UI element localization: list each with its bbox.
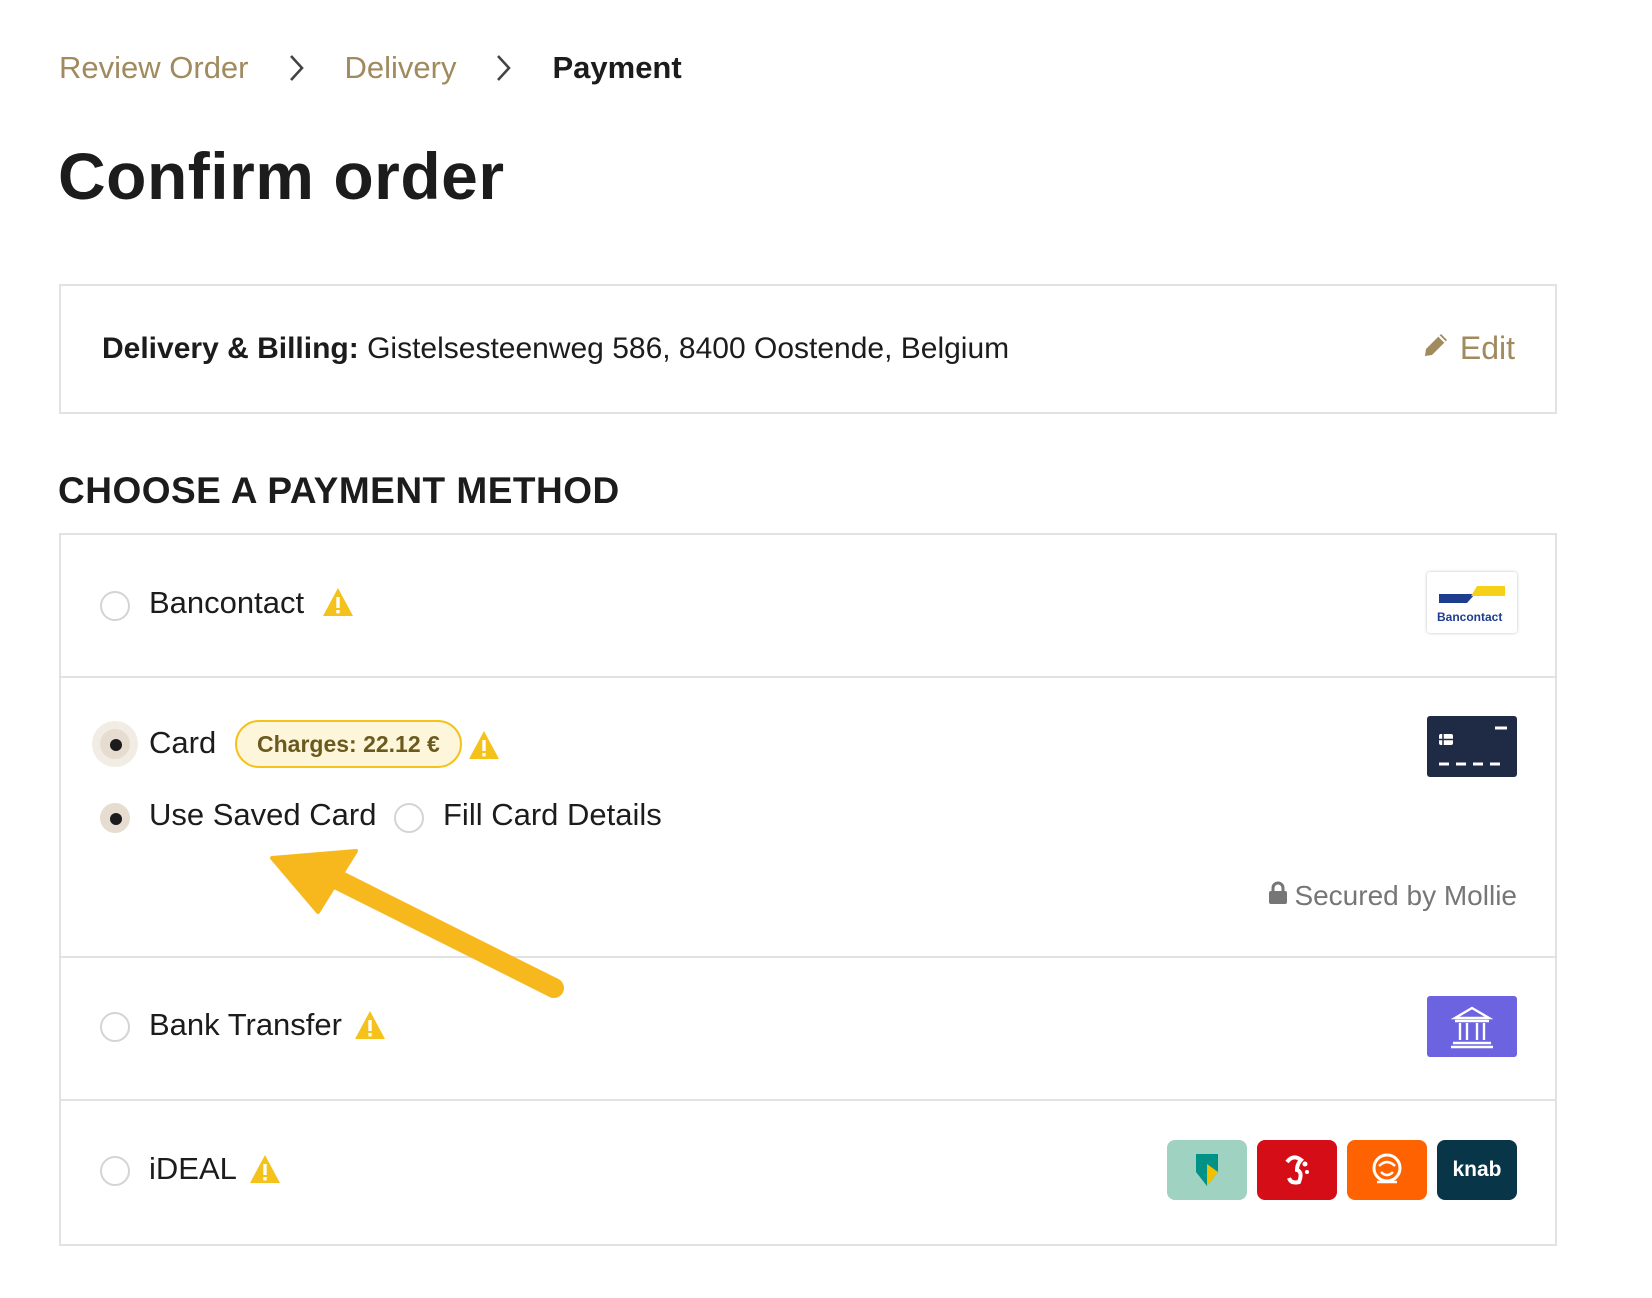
breadcrumb-payment: Payment — [552, 50, 682, 85]
sns-logo — [1257, 1140, 1337, 1200]
delivery-billing-box: Delivery & Billing: Gistelsesteenweg 586… — [59, 284, 1557, 414]
bancontact-label: Bancontact — [149, 585, 305, 620]
warning-icon — [353, 1009, 387, 1046]
bank-transfer-label: Bank Transfer — [149, 1007, 342, 1042]
bancontact-radio[interactable] — [100, 591, 130, 621]
credit-card-logo — [1427, 716, 1517, 777]
ideal-bank-logos: knab — [1167, 1140, 1517, 1200]
lock-icon — [1268, 880, 1294, 912]
warning-icon — [321, 586, 355, 623]
payment-option-card[interactable]: Card Charges: 22.12 € Use Saved Card Fil… — [61, 678, 1555, 958]
abn-amro-logo — [1167, 1140, 1247, 1200]
edit-label: Edit — [1459, 330, 1515, 366]
payment-methods-list: Bancontact Bancontact Card Charges: 22.1… — [59, 533, 1557, 1246]
card-label: Card — [149, 725, 217, 760]
breadcrumb-delivery[interactable]: Delivery — [345, 50, 457, 86]
bank-building-logo — [1427, 996, 1517, 1057]
fill-card-details-radio[interactable] — [394, 803, 424, 833]
address-label: Delivery & Billing: — [102, 332, 359, 365]
charges-badge: Charges: 22.12 € — [235, 720, 462, 768]
secured-text: Secured by Mollie — [1294, 880, 1517, 911]
address-line: Delivery & Billing: Gistelsesteenweg 586… — [102, 332, 1009, 366]
bancontact-logo-text: Bancontact — [1437, 610, 1503, 624]
edit-address-button[interactable]: Edit — [1422, 330, 1515, 367]
breadcrumb: Review Order Delivery Payment — [59, 50, 682, 86]
warning-icon — [248, 1153, 282, 1190]
bancontact-logo: Bancontact — [1427, 572, 1517, 633]
bank-transfer-radio[interactable] — [100, 1012, 130, 1042]
use-saved-card-label[interactable]: Use Saved Card — [149, 797, 376, 833]
payment-option-ideal[interactable]: iDEAL knab — [61, 1101, 1555, 1244]
address-value: Gistelsesteenweg 586, 8400 Oostende, Bel… — [367, 332, 1010, 365]
card-radio[interactable] — [100, 729, 130, 759]
knab-logo-text: knab — [1452, 1158, 1502, 1181]
pencil-icon — [1422, 330, 1460, 367]
payment-method-heading: CHOOSE A PAYMENT METHOD — [58, 470, 620, 511]
secured-by-mollie: Secured by Mollie — [1268, 880, 1517, 912]
use-saved-card-radio[interactable] — [100, 803, 130, 833]
breadcrumb-review-order[interactable]: Review Order — [59, 50, 249, 86]
chevron-right-icon — [482, 51, 526, 85]
payment-option-bancontact[interactable]: Bancontact Bancontact — [61, 535, 1555, 678]
ideal-radio[interactable] — [100, 1156, 130, 1186]
warning-icon — [467, 729, 501, 766]
page-title: Confirm order — [58, 139, 505, 213]
knab-logo: knab — [1437, 1140, 1517, 1200]
ideal-label: iDEAL — [149, 1151, 237, 1186]
payment-option-bank-transfer[interactable]: Bank Transfer — [61, 958, 1555, 1101]
chevron-right-icon — [275, 51, 319, 85]
fill-card-details-label[interactable]: Fill Card Details — [443, 797, 662, 833]
ing-logo — [1347, 1140, 1427, 1200]
